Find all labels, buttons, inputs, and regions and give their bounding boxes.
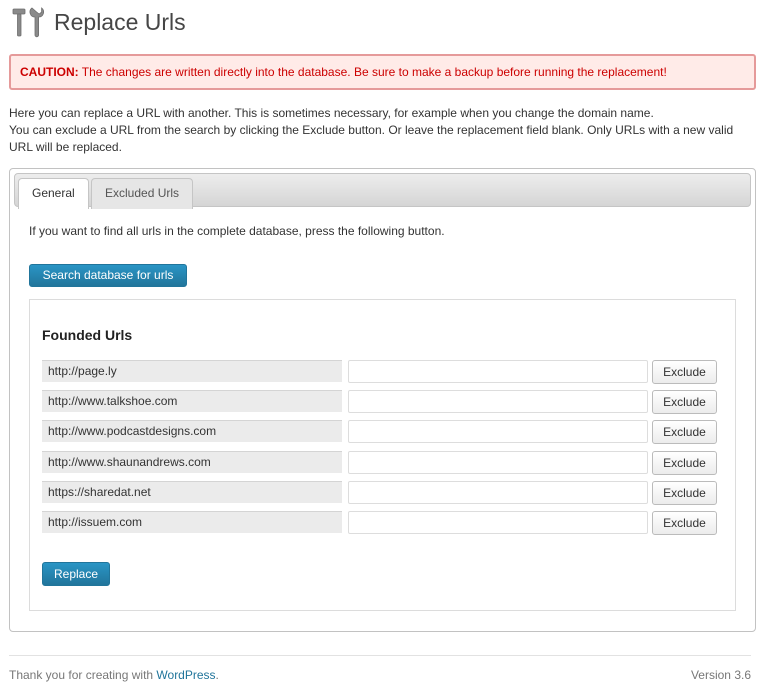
- tab-excluded-urls[interactable]: Excluded Urls: [91, 178, 194, 209]
- founded-urls-box: Founded Urls http://page.ly Exclude http…: [29, 299, 736, 611]
- exclude-button[interactable]: Exclude: [652, 360, 717, 384]
- url-row: http://page.ly Exclude: [42, 360, 722, 384]
- url-label: http://www.talkshoe.com: [42, 390, 342, 412]
- exclude-button[interactable]: Exclude: [652, 511, 717, 535]
- page-title: Replace Urls: [54, 8, 186, 35]
- url-label: http://page.ly: [42, 360, 342, 382]
- replacement-url-input[interactable]: [348, 451, 648, 474]
- footer-thanks-prefix: Thank you for creating with: [9, 668, 157, 682]
- url-label: http://www.podcastdesigns.com: [42, 420, 342, 442]
- tabs-panel: General Excluded Urls If you want to fin…: [9, 168, 756, 632]
- footer-divider: [9, 655, 751, 656]
- replacement-url-input[interactable]: [348, 511, 648, 534]
- find-instructions: If you want to find all urls in the comp…: [29, 224, 445, 238]
- tab-bar: General Excluded Urls: [14, 173, 751, 209]
- footer-version: Version 3.6: [690, 668, 751, 682]
- tab-general[interactable]: General: [18, 178, 89, 209]
- url-label: http://issuem.com: [42, 511, 342, 533]
- exclude-button[interactable]: Exclude: [652, 451, 717, 475]
- founded-urls-heading: Founded Urls: [42, 327, 133, 343]
- intro-line-1: Here you can replace a URL with another.…: [9, 106, 654, 120]
- intro-line-2: You can exclude a URL from the search by…: [9, 123, 734, 154]
- exclude-button[interactable]: Exclude: [652, 420, 717, 444]
- footer-thanks-suffix: .: [215, 668, 219, 682]
- wordpress-link[interactable]: WordPress: [156, 668, 215, 682]
- url-row: http://www.shaunandrews.com Exclude: [42, 451, 722, 475]
- url-row: http://issuem.com Exclude: [42, 511, 722, 535]
- tools-icon: [12, 7, 44, 38]
- caution-text: The changes are written directly into th…: [78, 65, 667, 79]
- replacement-url-input[interactable]: [348, 481, 648, 504]
- replacement-url-input[interactable]: [348, 390, 648, 413]
- url-row: http://www.talkshoe.com Exclude: [42, 390, 722, 414]
- exclude-button[interactable]: Exclude: [652, 481, 717, 505]
- url-label: https://sharedat.net: [42, 481, 342, 503]
- footer-thanks: Thank you for creating with WordPress.: [9, 668, 219, 682]
- page-header: Replace Urls: [10, 4, 186, 40]
- replacement-url-input[interactable]: [348, 360, 648, 383]
- replacement-url-input[interactable]: [348, 420, 648, 443]
- exclude-button[interactable]: Exclude: [652, 390, 717, 414]
- caution-label: CAUTION:: [20, 65, 79, 79]
- url-row: https://sharedat.net Exclude: [42, 481, 722, 505]
- caution-notice: CAUTION: The changes are written directl…: [9, 54, 756, 90]
- replace-button[interactable]: Replace: [42, 562, 110, 586]
- url-label: http://www.shaunandrews.com: [42, 451, 342, 473]
- search-database-button[interactable]: Search database for urls: [29, 264, 187, 287]
- url-row: http://www.podcastdesigns.com Exclude: [42, 420, 722, 444]
- intro-text: Here you can replace a URL with another.…: [9, 105, 754, 156]
